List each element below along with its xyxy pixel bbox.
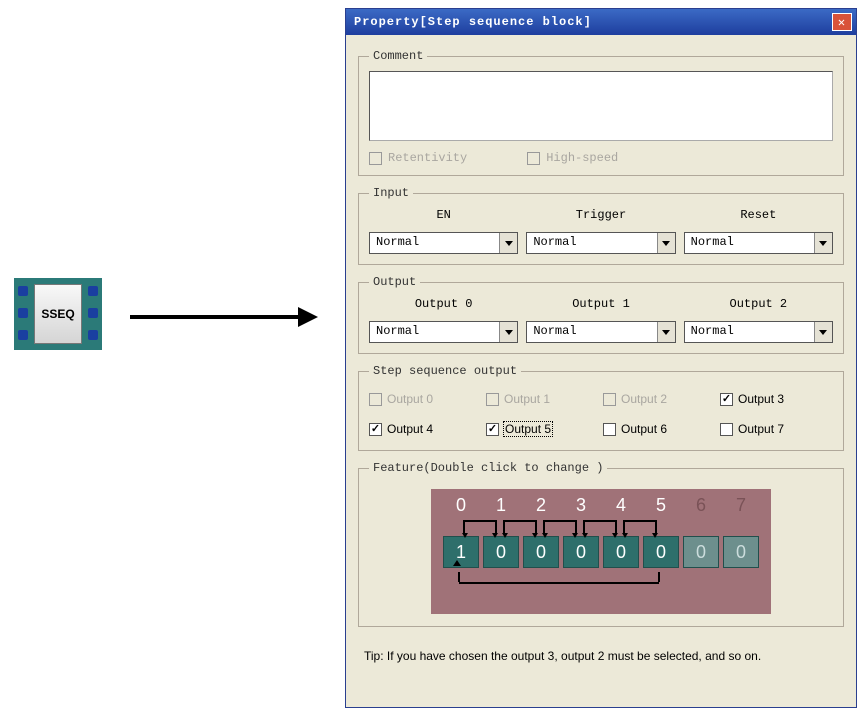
block-pin — [88, 330, 98, 340]
block-pin — [18, 330, 28, 340]
feature-diagram[interactable]: 0 1 2 3 4 5 6 7 — [431, 489, 771, 614]
loop-arrow-icon — [441, 574, 761, 596]
chevron-down-icon — [814, 233, 832, 253]
property-dialog: Property[Step sequence block] ✕ Comment … — [345, 8, 857, 708]
stepseq-output3-checkbox[interactable]: Output 3 — [720, 392, 833, 406]
block-pin — [18, 286, 28, 296]
checkbox-icon — [486, 423, 499, 436]
feature-header: 0 — [443, 495, 479, 516]
feature-header: 7 — [723, 495, 759, 516]
step-arrows-icon — [441, 518, 761, 536]
stepseq-output2-checkbox: Output 2 — [603, 392, 716, 406]
feature-cell[interactable]: 0 — [523, 536, 559, 568]
feature-header: 1 — [483, 495, 519, 516]
close-button[interactable]: ✕ — [832, 13, 852, 31]
stepseq-output4-checkbox[interactable]: Output 4 — [369, 422, 482, 436]
output-group: Output Output 0 Output 1 Output 2 Normal… — [358, 275, 844, 354]
highspeed-checkbox: High-speed — [527, 151, 618, 165]
dialog-title: Property[Step sequence block] — [354, 15, 592, 29]
feature-header: 4 — [603, 495, 639, 516]
output1-select[interactable]: Normal — [526, 321, 675, 343]
stepseq-output5-checkbox[interactable]: Output 5 — [486, 422, 599, 436]
output-legend: Output — [369, 275, 420, 289]
stepseq-output0-checkbox: Output 0 — [369, 392, 482, 406]
checkbox-icon — [603, 423, 616, 436]
comment-group: Comment Retentivity High-speed — [358, 49, 844, 176]
feature-cell[interactable]: 0 — [643, 536, 679, 568]
chevron-down-icon — [657, 233, 675, 253]
checkbox-icon — [369, 423, 382, 436]
checkbox-icon — [369, 393, 382, 406]
reset-label: Reset — [684, 208, 833, 222]
feature-header: 2 — [523, 495, 559, 516]
chevron-down-icon — [657, 322, 675, 342]
chevron-down-icon — [499, 233, 517, 253]
feature-header: 3 — [563, 495, 599, 516]
output2-label: Output 2 — [684, 297, 833, 311]
trigger-select[interactable]: Normal — [526, 232, 675, 254]
en-select[interactable]: Normal — [369, 232, 518, 254]
block-pin — [88, 286, 98, 296]
retentivity-label: Retentivity — [388, 151, 467, 165]
checkbox-icon — [369, 152, 382, 165]
output2-select[interactable]: Normal — [684, 321, 833, 343]
retentivity-checkbox: Retentivity — [369, 151, 467, 165]
stepseq-output1-checkbox: Output 1 — [486, 392, 599, 406]
stepseq-output7-checkbox[interactable]: Output 7 — [720, 422, 833, 436]
feature-cell[interactable]: 0 — [563, 536, 599, 568]
feature-cell: 0 — [683, 536, 719, 568]
comment-legend: Comment — [369, 49, 427, 63]
dialog-titlebar: Property[Step sequence block] ✕ — [346, 9, 856, 35]
trigger-label: Trigger — [526, 208, 675, 222]
block-pin — [18, 308, 28, 318]
tip-text: Tip: If you have chosen the output 3, ou… — [358, 649, 844, 663]
output0-select[interactable]: Normal — [369, 321, 518, 343]
output1-label: Output 1 — [526, 297, 675, 311]
feature-header: 6 — [683, 495, 719, 516]
sseq-block-label: SSEQ — [34, 284, 82, 344]
reset-select[interactable]: Normal — [684, 232, 833, 254]
comment-textarea[interactable] — [369, 71, 833, 141]
stepseq-legend: Step sequence output — [369, 364, 521, 378]
input-group: Input EN Trigger Reset Normal Normal Nor… — [358, 186, 844, 265]
en-label: EN — [369, 208, 518, 222]
feature-legend: Feature(Double click to change ) — [369, 461, 607, 475]
checkbox-icon — [720, 393, 733, 406]
chevron-down-icon — [814, 322, 832, 342]
close-icon: ✕ — [838, 15, 846, 30]
checkbox-icon — [486, 393, 499, 406]
output0-label: Output 0 — [369, 297, 518, 311]
feature-cell[interactable]: 1 — [443, 536, 479, 568]
feature-group: Feature(Double click to change ) 0 1 2 3… — [358, 461, 844, 627]
checkbox-icon — [720, 423, 733, 436]
stepseq-output6-checkbox[interactable]: Output 6 — [603, 422, 716, 436]
feature-cell[interactable]: 0 — [603, 536, 639, 568]
stepseq-group: Step sequence output Output 0 Output 1 O… — [358, 364, 844, 451]
highspeed-label: High-speed — [546, 151, 618, 165]
sseq-block-icon: SSEQ — [14, 278, 102, 350]
chevron-down-icon — [499, 322, 517, 342]
feature-cell[interactable]: 0 — [483, 536, 519, 568]
input-legend: Input — [369, 186, 413, 200]
feature-cell: 0 — [723, 536, 759, 568]
feature-header: 5 — [643, 495, 679, 516]
checkbox-icon — [527, 152, 540, 165]
checkbox-icon — [603, 393, 616, 406]
block-pin — [88, 308, 98, 318]
arrow-icon — [130, 310, 320, 324]
